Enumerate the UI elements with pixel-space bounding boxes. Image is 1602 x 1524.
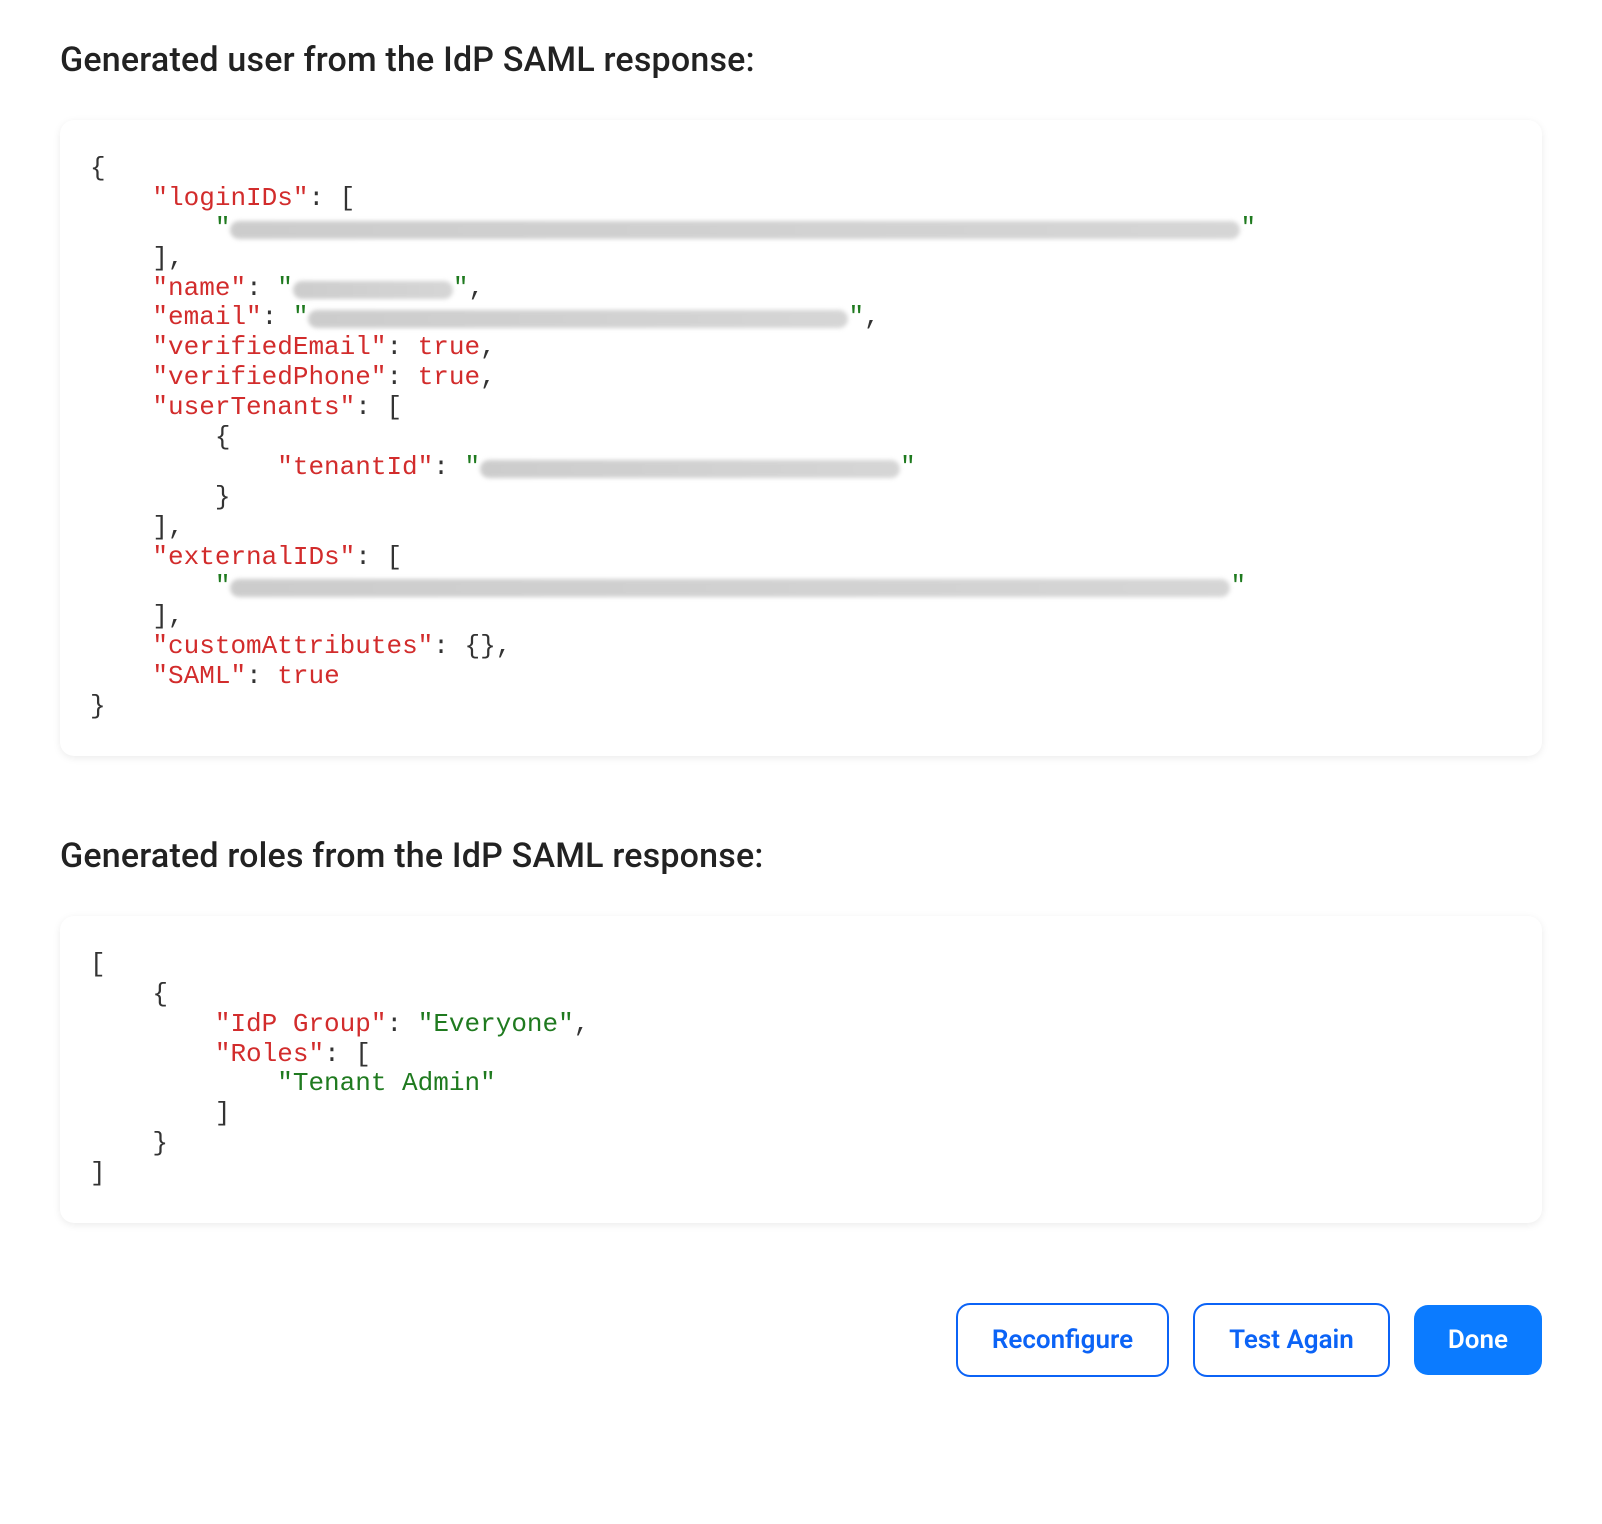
generated-user-title: Generated user from the IdP SAML respons…	[60, 40, 1542, 80]
redacted-name	[293, 281, 453, 299]
generated-roles-title: Generated roles from the IdP SAML respon…	[60, 836, 1542, 876]
test-again-button[interactable]: Test Again	[1193, 1303, 1390, 1377]
generated-user-section: Generated user from the IdP SAML respons…	[60, 40, 1542, 756]
redacted-externalid	[230, 579, 1230, 597]
generated-roles-section: Generated roles from the IdP SAML respon…	[60, 836, 1542, 1223]
generated-roles-json-panel: [ { "IdP Group": "Everyone", "Roles": [ …	[60, 916, 1542, 1223]
redacted-loginid	[230, 221, 1240, 239]
done-button[interactable]: Done	[1414, 1305, 1542, 1375]
redacted-email	[308, 310, 848, 328]
redacted-tenantid	[480, 460, 900, 478]
reconfigure-button[interactable]: Reconfigure	[956, 1303, 1169, 1377]
generated-user-json-panel: { "loginIDs": [ "" ], "name": "", "email…	[60, 120, 1542, 756]
action-button-row: Reconfigure Test Again Done	[60, 1303, 1542, 1377]
